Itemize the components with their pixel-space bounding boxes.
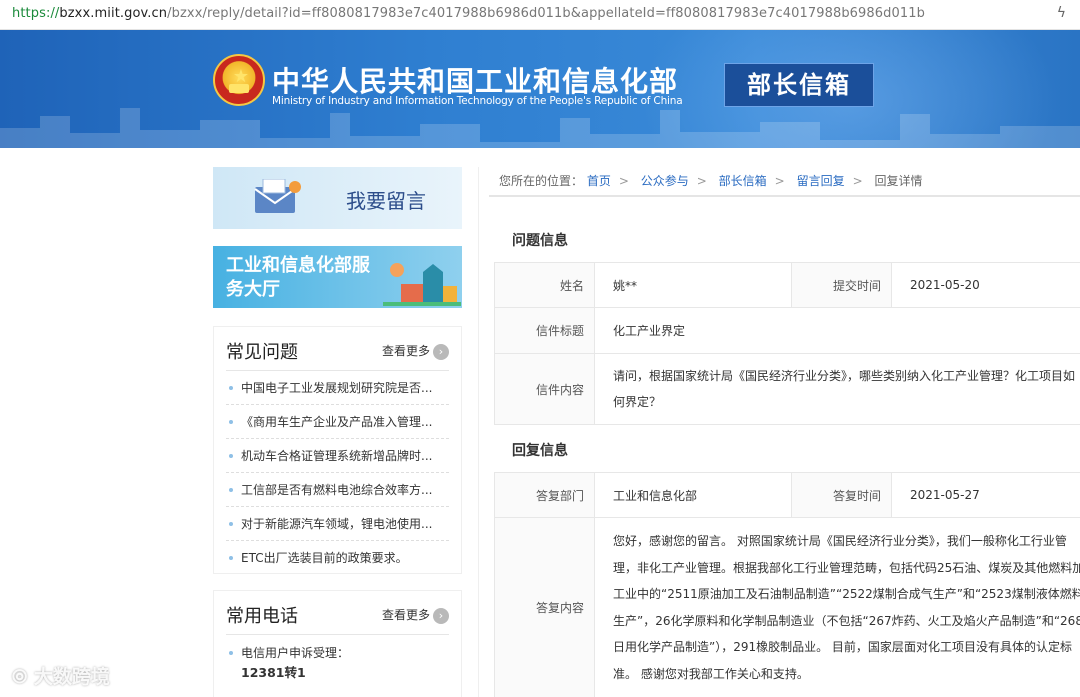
bullet-icon xyxy=(229,651,233,655)
name-value: 姚** xyxy=(594,262,792,308)
breadcrumb-minister-mailbox[interactable]: 部长信箱 xyxy=(719,174,767,188)
faq-item[interactable]: 《商用车生产企业及产品准入管理... xyxy=(226,405,449,439)
reply-time-label: 答复时间 xyxy=(791,472,892,518)
service-hall-button[interactable]: 工业和信息化部服务大厅 xyxy=(213,246,462,308)
faq-header: 常见问题 查看更多 › xyxy=(226,327,449,371)
buildings-icon xyxy=(383,263,461,306)
watermark: ⦾ 大数跨境 xyxy=(12,666,110,688)
leave-message-button[interactable]: 我要留言 xyxy=(213,167,462,229)
reply-table: 答复部门 工业和信息化部 答复时间 2021-05-27 答复内容 您好，感谢您… xyxy=(494,472,1080,697)
leave-message-label: 我要留言 xyxy=(346,189,426,213)
question-table: 姓名 姚** 提交时间 2021-05-20 信件标题 化工产业界定 信件内容 … xyxy=(494,262,1080,425)
reply-time-value: 2021-05-27 xyxy=(891,472,1080,518)
faq-list: 中国电子工业发展规划研究院是否... 《商用车生产企业及产品准入管理... 机动… xyxy=(226,371,449,575)
phones-title: 常用电话 xyxy=(226,606,298,627)
site-subtitle: Ministry of Industry and Information Tec… xyxy=(272,95,683,107)
phones-panel: 常用电话 查看更多 › 电信用户申诉受理： 12381转1 xyxy=(213,590,462,697)
bullet-icon xyxy=(229,386,233,390)
submit-time-label: 提交时间 xyxy=(791,262,892,308)
faq-title: 常见问题 xyxy=(226,342,298,363)
lightning-icon[interactable]: ϟ xyxy=(1057,5,1066,21)
site-header: ★ 中华人民共和国工业和信息化部 Ministry of Industry an… xyxy=(0,30,1080,148)
faq-item[interactable]: ETC出厂选装目前的政策要求。 xyxy=(226,541,449,575)
name-label: 姓名 xyxy=(494,262,595,308)
national-emblem-icon: ★ xyxy=(213,54,265,106)
address-bar[interactable]: https://bzxx.miit.gov.cn/bzxx/reply/deta… xyxy=(0,0,1080,30)
minister-mailbox-badge: 部长信箱 xyxy=(724,63,874,107)
phone-item: 电信用户申诉受理： 12381转1 xyxy=(226,643,449,683)
site-title: 中华人民共和国工业和信息化部 xyxy=(272,65,679,98)
faq-more-link[interactable]: 查看更多 › xyxy=(382,342,449,360)
bullet-icon xyxy=(229,522,233,526)
reply-section-title: 回复信息 xyxy=(512,443,568,459)
main-content: 您所在的位置： 首页 > 公众参与 > 部长信箱 > 留言回复 > 回复详情 问题信息 … xyxy=(478,167,1080,697)
faq-item[interactable]: 对于新能源汽车领域，锂电池使用... xyxy=(226,507,449,541)
submit-time-value: 2021-05-20 xyxy=(891,262,1080,308)
content-label: 信件内容 xyxy=(494,353,595,425)
phones-header: 常用电话 查看更多 › xyxy=(226,591,449,635)
bullet-icon xyxy=(229,488,233,492)
phone-number: 12381转1 xyxy=(241,665,306,680)
watermark-logo-icon: ⦾ xyxy=(12,666,34,688)
faq-item[interactable]: 中国电子工业发展规划研究院是否... xyxy=(226,371,449,405)
breadcrumb-home[interactable]: 首页 xyxy=(587,174,611,188)
bullet-icon xyxy=(229,420,233,424)
content-value: 请问，根据国家统计局《国民经济行业分类》，哪些类别纳入化工产业管理？化工项目如何… xyxy=(594,353,1080,425)
question-section-title: 问题信息 xyxy=(512,233,568,249)
bullet-icon xyxy=(229,454,233,458)
chevron-right-icon: › xyxy=(433,607,449,624)
url-text[interactable]: https://bzxx.miit.gov.cn/bzxx/reply/deta… xyxy=(12,6,925,21)
service-hall-label: 工业和信息化部服务大厅 xyxy=(226,255,370,300)
breadcrumb-message-reply[interactable]: 留言回复 xyxy=(797,174,845,188)
dept-label: 答复部门 xyxy=(494,472,595,518)
faq-panel: 常见问题 查看更多 › 中国电子工业发展规划研究院是否... 《商用车生产企业及产… xyxy=(213,326,462,574)
chevron-right-icon: › xyxy=(433,343,449,360)
faq-item[interactable]: 工信部是否有燃料电池综合效率方... xyxy=(226,473,449,507)
phone-label: 电信用户申诉受理： xyxy=(241,646,350,660)
breadcrumb: 您所在的位置： 首页 > 公众参与 > 部长信箱 > 留言回复 > 回复详情 xyxy=(489,167,1080,197)
subject-label: 信件标题 xyxy=(494,307,595,354)
subject-value: 化工产业界定 xyxy=(594,307,1080,354)
dept-value: 工业和信息化部 xyxy=(594,472,792,518)
envelope-icon xyxy=(254,179,301,213)
bullet-icon xyxy=(229,556,233,560)
breadcrumb-current: 回复详情 xyxy=(874,174,923,188)
breadcrumb-public-participation[interactable]: 公众参与 xyxy=(641,174,689,188)
phones-more-link[interactable]: 查看更多 › xyxy=(382,606,449,624)
reply-content-value: 您好，感谢您的留言。 对照国家统计局《国民经济行业分类》，我们一般称化工行业管理… xyxy=(594,517,1080,697)
reply-content-label: 答复内容 xyxy=(494,517,595,697)
faq-item[interactable]: 机动车合格证管理系统新增品牌时... xyxy=(226,439,449,473)
